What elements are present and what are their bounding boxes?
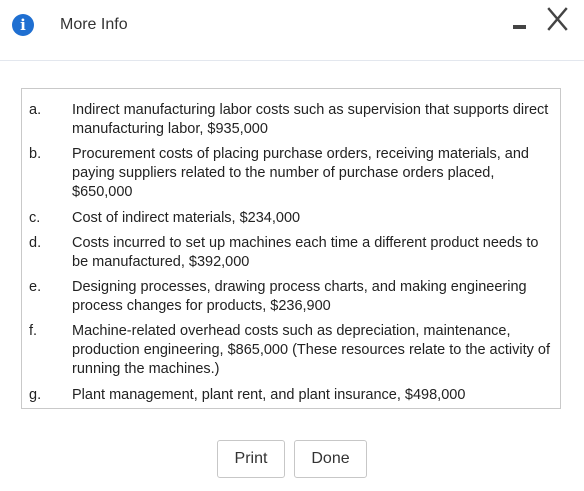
item-letter: b. <box>29 146 42 162</box>
item-text: Machine-related overhead costs such as d… <box>72 323 550 377</box>
info-panel: a. Indirect manufacturing labor costs su… <box>21 88 561 409</box>
item-letter: e. <box>29 279 42 295</box>
close-icon <box>547 7 568 31</box>
item-text: Designing processes, drawing process cha… <box>72 279 527 314</box>
done-button[interactable]: Done <box>294 440 367 478</box>
close-button[interactable] <box>540 4 576 36</box>
item-text: Plant management, plant rent, and plant … <box>72 387 466 403</box>
info-icon: i <box>12 14 34 36</box>
minimize-button[interactable] <box>508 10 532 34</box>
item-letter: g. <box>29 387 42 403</box>
dialog-title: More Info <box>60 16 128 33</box>
dialog-titlebar: i More Info <box>0 0 584 61</box>
item-text: Cost of indirect materials, $234,000 <box>72 210 301 226</box>
item-letter: f. <box>29 323 38 339</box>
item-letter: c. <box>29 210 41 226</box>
print-button[interactable]: Print <box>217 440 285 478</box>
item-letter: a. <box>29 102 42 118</box>
item-letter: d. <box>29 235 42 251</box>
item-text: Indirect manufacturing labor costs such … <box>72 102 549 137</box>
minimize-icon <box>513 25 526 29</box>
item-text: Costs incurred to set up machines each t… <box>72 235 539 270</box>
item-text: Procurement costs of placing purchase or… <box>72 146 529 200</box>
